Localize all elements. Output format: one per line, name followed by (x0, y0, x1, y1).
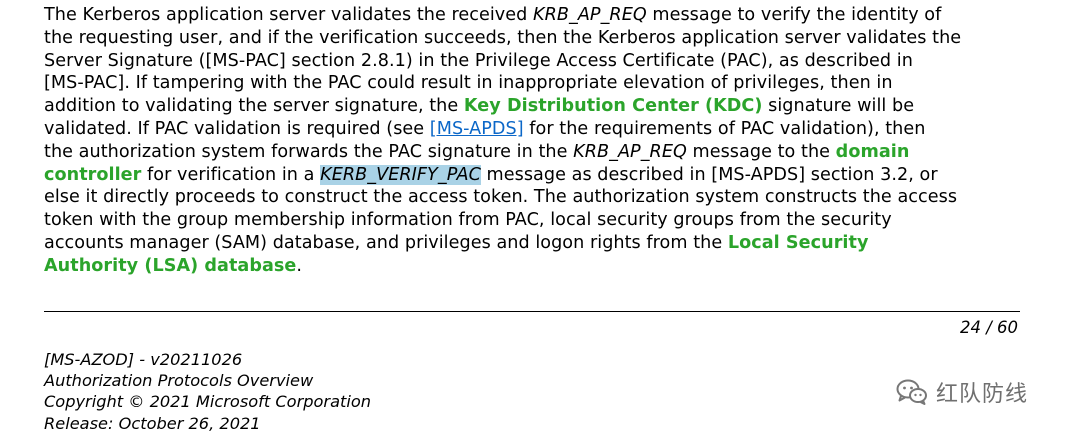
glossary-term: controller (44, 164, 142, 185)
text-run: else it directly proceeds to construct t… (44, 187, 958, 208)
text-run: for the requirements of PAC validation),… (523, 118, 926, 139)
watermark-text: 红队防线 (936, 382, 1029, 407)
text-run: for verification in a (141, 164, 321, 185)
glossary-term: Local Security (727, 232, 869, 253)
message-name: KRB_AP_REQ (573, 141, 687, 162)
text-run: The Kerberos application server validate… (44, 5, 533, 25)
text-run: [MS-PAC]. If tampering with the PAC coul… (44, 73, 893, 94)
text-line: controller for verification in a KERB_VE… (44, 164, 1044, 187)
highlighted-message-name: KERB_VERIFY_PAC (320, 164, 481, 185)
glossary-term: Authority (LSA) database (44, 255, 297, 276)
wechat-icon (896, 379, 927, 405)
footer: [MS-AZOD] - v20211026 Authorization Prot… (44, 349, 371, 434)
text-line: token with the group membership informat… (44, 209, 1044, 232)
text-line: [MS-PAC]. If tampering with the PAC coul… (44, 72, 1044, 95)
text-run: token with the group membership informat… (44, 210, 892, 231)
text-run: . (296, 255, 303, 276)
text-run: message to the (686, 141, 836, 162)
text-line: The Kerberos application server validate… (44, 4, 1044, 27)
text-line: addition to validating the server signat… (44, 95, 1044, 118)
watermark: 红队防线 (896, 376, 1028, 408)
text-line: the requesting user, and if the verifica… (44, 27, 1044, 50)
text-run: the requesting user, and if the verifica… (44, 27, 962, 48)
text-line: else it directly proceeds to construct t… (44, 186, 1044, 209)
text-line: Server Signature ([MS-PAC] section 2.8.1… (44, 50, 1044, 73)
text-line: validated. If PAC validation is required… (44, 118, 1044, 141)
text-line: accounts manager (SAM) database, and pri… (44, 232, 1044, 255)
message-name: KRB_AP_REQ (533, 5, 647, 25)
footer-title: Authorization Protocols Overview (44, 371, 314, 391)
text-run: signature will be (762, 96, 915, 117)
body-paragraph: The Kerberos application server validate… (44, 4, 1044, 278)
text-run: accounts manager (SAM) database, and pri… (44, 232, 728, 253)
text-run: the authorization system forwards the PA… (44, 141, 574, 162)
reference-link[interactable]: [MS-APDS] (430, 119, 524, 139)
text-line: Authority (LSA) database. (44, 255, 1044, 278)
footer-release: Release: October 26, 2021 (44, 413, 261, 433)
footer-divider (44, 311, 1020, 312)
page-number: 24 / 60 (959, 318, 1018, 337)
text-run: addition to validating the server signat… (44, 96, 464, 117)
text-run: Server Signature ([MS-PAC] section 2.8.1… (44, 50, 913, 71)
text-run: validated. If PAC validation is required… (44, 118, 430, 139)
text-run: message as described in [MS-APDS] sectio… (480, 164, 938, 185)
text-line: the authorization system forwards the PA… (44, 141, 1044, 164)
footer-doc-id: [MS-AZOD] - v20211026 (44, 350, 243, 369)
footer-copyright: Copyright © 2021 Microsoft Corporation (44, 392, 371, 412)
glossary-term: domain (835, 141, 910, 162)
glossary-term: Key Distribution Center (KDC) (463, 96, 763, 117)
text-run: message to verify the identity of (646, 5, 942, 25)
